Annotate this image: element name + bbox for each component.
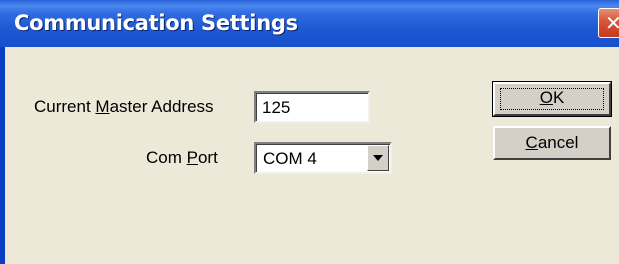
com-port-select[interactable]: COM 4	[254, 142, 392, 174]
close-icon: ✕	[605, 11, 619, 35]
title-bar[interactable]: Communication Settings	[0, 0, 619, 47]
cancel-button[interactable]: Cancel	[493, 126, 611, 160]
cancel-button-label: Cancel	[525, 133, 579, 152]
master-address-input[interactable]: 125	[254, 91, 370, 123]
close-button[interactable]: ✕	[598, 8, 619, 38]
window-frame-left	[0, 47, 5, 264]
com-port-value: COM 4	[263, 149, 317, 168]
window-title: Communication Settings	[14, 11, 298, 35]
chevron-down-icon[interactable]	[367, 145, 389, 171]
com-port-label: Com Port	[146, 148, 218, 167]
master-address-value: 125	[262, 98, 291, 117]
master-address-label: Current Master Address	[34, 97, 214, 116]
ok-button[interactable]: OK	[492, 81, 612, 117]
ok-button-label: OK	[539, 88, 565, 107]
